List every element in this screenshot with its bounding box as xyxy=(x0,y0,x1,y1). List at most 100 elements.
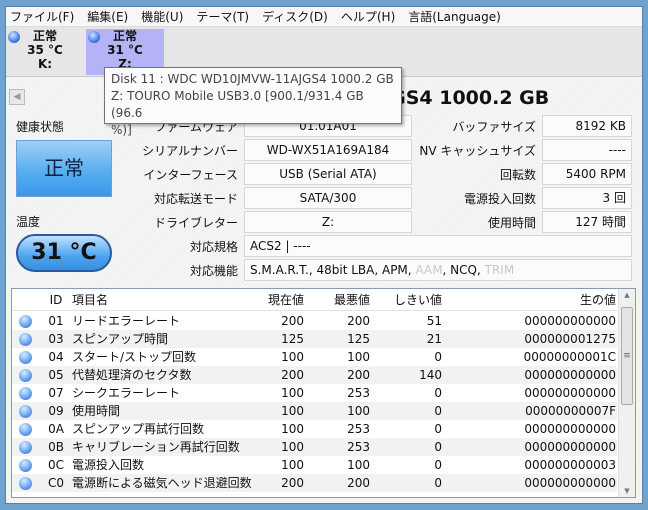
attr-threshold: 21 xyxy=(426,332,442,346)
table-row[interactable]: 09 使用時間 100 100 0 00000000007F xyxy=(12,402,617,420)
attr-worst: 200 xyxy=(347,476,370,490)
attr-threshold: 0 xyxy=(434,458,442,472)
menu-disk[interactable]: ディスク(D) xyxy=(262,8,328,25)
temperature-display: 31 °C xyxy=(16,234,112,272)
table-row[interactable]: 01 リードエラーレート 200 200 51 000000000000 xyxy=(12,312,617,330)
table-row[interactable]: 0B キャリブレーション再試行回数 100 253 0 000000000000 xyxy=(12,438,617,456)
attr-worst: 253 xyxy=(347,440,370,454)
attr-name: スピンアップ再試行回数 xyxy=(72,422,205,436)
attr-worst: 253 xyxy=(347,386,370,400)
attr-current: 100 xyxy=(281,350,304,364)
feature-smart: S.M.A.R.T. xyxy=(250,263,309,277)
attr-current: 125 xyxy=(281,332,304,346)
status-dot-icon xyxy=(19,333,32,346)
status-dot-icon xyxy=(19,369,32,382)
scroll-up-icon[interactable]: ▲ xyxy=(619,291,635,299)
attr-name: 使用時間 xyxy=(72,404,121,418)
health-status-button[interactable]: 正常 xyxy=(16,140,112,197)
table-row[interactable]: C0 電源断による磁気ヘッド退避回数 200 200 0 000000000000 xyxy=(12,474,617,492)
status-dot-icon xyxy=(19,477,32,490)
attr-current: 200 xyxy=(281,314,304,328)
attr-raw: 000000000000 xyxy=(524,440,616,454)
crystaldiskinfo-window: ファイル(F) 編集(E) 機能(U) テーマ(T) ディスク(D) ヘルプ(H… xyxy=(5,6,643,504)
attr-current: 200 xyxy=(281,368,304,382)
status-dot-icon xyxy=(19,423,32,436)
header-name[interactable]: 項目名 xyxy=(72,289,108,311)
tooltip-line: Z: TOURO Mobile USB3.0 [900.1/931.4 GB (… xyxy=(111,89,364,120)
menu-language[interactable]: 言語(Language) xyxy=(408,8,501,25)
vertical-scrollbar[interactable]: ▲ ≡ ▼ xyxy=(618,289,635,497)
attr-id: 03 xyxy=(48,332,64,346)
scroll-down-icon[interactable]: ▼ xyxy=(619,487,635,495)
power-on-count-value: 3 回 xyxy=(542,187,632,209)
attr-name: スピンアップ時間 xyxy=(72,332,169,346)
previous-disk-button[interactable]: ◀ xyxy=(9,89,25,105)
attr-current: 100 xyxy=(281,422,304,436)
attr-worst: 200 xyxy=(347,314,370,328)
attr-threshold: 0 xyxy=(434,422,442,436)
header-current[interactable]: 現在値 xyxy=(242,289,304,311)
attr-name: 電源断による磁気ヘッド退避回数 xyxy=(72,476,252,490)
features-value: S.M.A.R.T., 48bit LBA, APM, AAM, NCQ, TR… xyxy=(244,259,632,281)
table-row[interactable]: 07 シークエラーレート 100 253 0 000000000000 xyxy=(12,384,617,402)
menu-bar: ファイル(F) 編集(E) 機能(U) テーマ(T) ディスク(D) ヘルプ(H… xyxy=(6,7,642,27)
menu-theme[interactable]: テーマ(T) xyxy=(196,8,249,25)
transfer-mode-value: SATA/300 xyxy=(244,187,412,209)
attr-name: スタート/ストップ回数 xyxy=(72,350,197,364)
feature-apm: , APM xyxy=(374,263,408,277)
feature-trim-disabled: TRIM xyxy=(484,263,515,277)
menu-edit[interactable]: 編集(E) xyxy=(87,8,128,25)
attr-raw: 000000001275 xyxy=(524,332,616,346)
status-dot-icon xyxy=(19,315,32,328)
feature-48bit-lba: , 48bit LBA xyxy=(308,263,375,277)
status-dot-icon xyxy=(19,441,32,454)
drive-letter-label: ドライブレター xyxy=(153,216,238,230)
standard-label: 対応規格 xyxy=(189,240,238,254)
attr-threshold: 0 xyxy=(434,404,442,418)
power-on-hours-value: 127 時間 xyxy=(542,211,632,233)
attr-raw: 000000000000 xyxy=(524,386,616,400)
attr-threshold: 140 xyxy=(419,368,442,382)
buffer-size-label: バッファサイズ xyxy=(452,120,536,134)
attr-worst: 125 xyxy=(347,332,370,346)
table-row[interactable]: 03 スピンアップ時間 125 125 21 000000001275 xyxy=(12,330,617,348)
disk-temp: 31 °C xyxy=(107,43,143,57)
header-threshold[interactable]: しきい値 xyxy=(377,289,442,311)
attr-raw: 00000000007F xyxy=(525,404,616,418)
attr-id: C0 xyxy=(47,476,64,490)
attr-current: 100 xyxy=(281,404,304,418)
disk-temp: 35 °C xyxy=(27,43,63,57)
header-worst[interactable]: 最悪値 xyxy=(307,289,370,311)
attr-current: 100 xyxy=(281,386,304,400)
header-id[interactable]: ID xyxy=(41,289,71,311)
attr-worst: 100 xyxy=(347,458,370,472)
disk-tooltip: Disk 11 : WDC WD10JMVW-11AJGS4 1000.2 GB… xyxy=(104,67,402,137)
table-row[interactable]: 04 スタート/ストップ回数 100 100 0 00000000001C xyxy=(12,348,617,366)
attr-worst: 200 xyxy=(347,368,370,382)
smart-table: ID 項目名 現在値 最悪値 しきい値 生の値 01 リードエラーレート 200 20… xyxy=(11,288,636,498)
attr-id: 0B xyxy=(48,440,64,454)
disk-button-k[interactable]: 正常 35 °C K: xyxy=(6,29,84,75)
menu-file[interactable]: ファイル(F) xyxy=(10,8,74,25)
interface-label: インターフェース xyxy=(143,168,238,182)
status-dot-icon xyxy=(19,405,32,418)
attr-name: キャリブレーション再試行回数 xyxy=(72,440,240,454)
attr-current: 100 xyxy=(281,440,304,454)
table-header: ID 項目名 現在値 最悪値 しきい値 生の値 xyxy=(12,289,617,311)
table-row[interactable]: 0C 電源投入回数 100 100 0 000000000003 xyxy=(12,456,617,474)
attr-threshold: 0 xyxy=(434,350,442,364)
header-raw[interactable]: 生の値 xyxy=(452,289,616,311)
table-row[interactable]: 05 代替処理済のセクタ数 200 200 140 000000000000 xyxy=(12,366,617,384)
buffer-size-value: 8192 KB xyxy=(542,115,632,137)
menu-function[interactable]: 機能(U) xyxy=(141,8,183,25)
table-row[interactable]: 0A スピンアップ再試行回数 100 253 0 000000000000 xyxy=(12,420,617,438)
tooltip-line: %)] xyxy=(111,123,132,137)
attr-raw: 000000000000 xyxy=(524,422,616,436)
menu-help[interactable]: ヘルプ(H) xyxy=(341,8,395,25)
attr-raw: 000000000003 xyxy=(524,458,616,472)
status-dot-icon xyxy=(88,31,100,43)
power-on-hours-label: 使用時間 xyxy=(487,216,536,230)
feature-aam-disabled: AAM xyxy=(415,263,443,277)
scroll-thumb[interactable]: ≡ xyxy=(621,307,633,405)
attr-raw: 00000000001C xyxy=(523,350,616,364)
